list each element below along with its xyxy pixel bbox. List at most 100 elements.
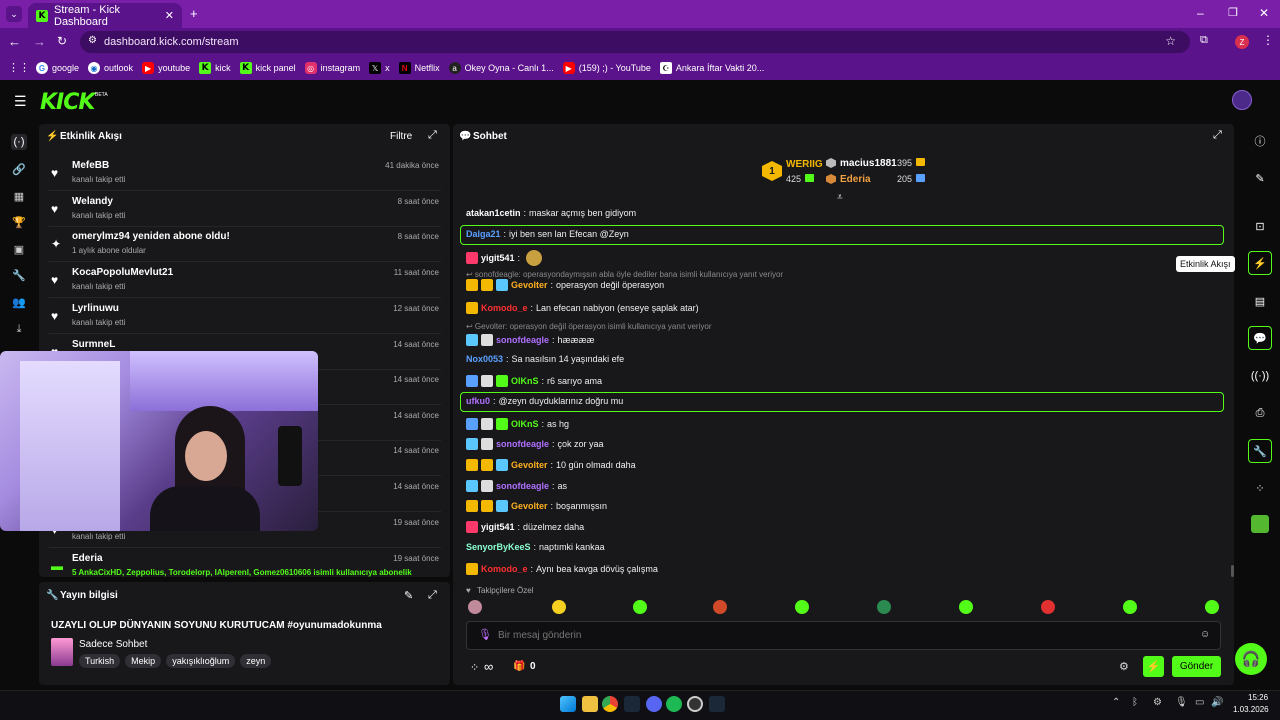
chat-message[interactable]: sonofdeagle: hææææ [466, 334, 595, 346]
community-icon[interactable]: ⁘ [1248, 476, 1272, 500]
emote-icon[interactable] [633, 600, 647, 614]
chat-username[interactable]: sonofdeagle [496, 439, 549, 449]
info-icon[interactable]: ⓘ [1248, 129, 1272, 153]
pencil-icon[interactable]: ✎ [1248, 166, 1272, 190]
volume-icon[interactable]: 🔊 [1211, 697, 1223, 708]
chat-message[interactable]: OlKnS: as hg [466, 418, 569, 430]
spotify-icon[interactable] [666, 696, 682, 712]
emote-icon[interactable] [468, 600, 482, 614]
chat-username[interactable]: ufku0 [466, 396, 490, 406]
users-icon[interactable]: 👥 [11, 294, 27, 310]
second-place-name[interactable]: macius1881 [840, 158, 897, 169]
emote-icon[interactable] [1123, 600, 1137, 614]
broadcast-icon[interactable]: ((·)) [1248, 364, 1272, 388]
activity-item[interactable]: ♥ KocaPopoluMevlut21 kanalı takip etti 11 s… [49, 263, 441, 298]
emote-icon[interactable] [1041, 600, 1055, 614]
tag-chip[interactable]: Turkish [79, 654, 121, 668]
chat-scrollbar[interactable] [1231, 565, 1234, 577]
steam-tray-icon[interactable]: ⚙ [1153, 697, 1162, 708]
chat-username[interactable]: Gevolter [511, 460, 548, 470]
hamburger-menu-icon[interactable]: ☰ [14, 93, 27, 110]
reply-context[interactable]: ↩ Gevolter: operasyon değil öperasyon is… [466, 322, 711, 331]
maximize-icon[interactable]: ❐ [1228, 6, 1238, 19]
folder-icon[interactable] [582, 696, 598, 712]
tray-chevron-icon[interactable]: ⌃ [1112, 697, 1120, 708]
activity-item[interactable]: ✦ omerylmz94 yeniden abone oldu! 1 aylık a… [49, 227, 441, 262]
bookmark-kick-panel[interactable]: Kkick panel [239, 62, 296, 74]
chat-username[interactable]: Gevolter [511, 501, 548, 511]
chrome-icon[interactable] [602, 696, 618, 712]
channel-points-icon[interactable]: ⁘ [470, 661, 479, 674]
chat-username[interactable]: SenyorByKeeS [466, 542, 531, 552]
kick-action-icon[interactable]: ⚡ [1143, 656, 1164, 677]
bookmark-star-icon[interactable]: ☆ [1165, 34, 1176, 48]
chat-message[interactable]: yigit541: [466, 250, 543, 266]
trophy-icon[interactable]: 🏆 [11, 214, 27, 230]
chat-message[interactable]: yigit541: düzelmez daha [466, 521, 584, 533]
chat-message[interactable]: atakan1cetin: maskar açmış ben gidiyom [466, 208, 636, 218]
activity-item[interactable]: ▬ Ederia 5 AnkaCixHD, Zeppolius, Torodelor… [49, 549, 441, 584]
minimize-icon[interactable]: – [1197, 6, 1204, 20]
bookmark-x[interactable]: 𝕏x [369, 62, 390, 74]
emote-icon[interactable] [1205, 600, 1219, 614]
popout-icon[interactable]: ⤢ [1213, 129, 1222, 142]
app-green-icon[interactable] [1248, 512, 1272, 536]
extensions-icon[interactable]: ⧉ [1200, 34, 1208, 47]
chat-username[interactable]: Nox0053 [466, 354, 503, 364]
emoji-icon[interactable]: ☺ [1200, 629, 1210, 640]
bookmark-google[interactable]: Ggoogle [36, 62, 79, 74]
stream-live-icon[interactable]: (·) [11, 134, 27, 150]
microphone-icon[interactable]: 🎙 [478, 628, 492, 641]
chat-message[interactable]: OlKnS: r6 sarıyo ama [466, 375, 602, 387]
chat-message[interactable]: SenyorByKeeS: naptımki kankaa [466, 542, 605, 552]
bookmark-youtube-159[interactable]: ▶ (159) ;) - YouTube [562, 62, 651, 74]
bookmark-netflix[interactable]: N Netflix [398, 62, 440, 74]
apps-grid-icon[interactable]: ⋮⋮ [8, 61, 30, 74]
back-icon[interactable]: ← [8, 34, 21, 49]
bookmark-okey[interactable]: a Okey Oyna - Canlı 1... [448, 62, 554, 74]
link-icon[interactable]: 🔗 [11, 161, 27, 177]
browser-menu-icon[interactable]: ⋮ [1262, 33, 1274, 47]
windows-start-icon[interactable] [560, 696, 576, 712]
camera-focus-icon[interactable]: ⊡ [1248, 214, 1272, 238]
chat-username[interactable]: Komodo_e [481, 564, 528, 574]
activity-feed-toggle-icon[interactable]: ⚡ [1248, 251, 1272, 275]
steam-icon[interactable] [624, 696, 640, 712]
emote-icon[interactable] [552, 600, 566, 614]
forward-icon[interactable]: → [33, 34, 46, 49]
profile-avatar[interactable]: Z [1235, 35, 1249, 49]
chat-message[interactable]: Gevolter: boşanmışsın [466, 500, 607, 512]
bookmark-instagram[interactable]: ◎ instagram [304, 62, 360, 74]
chat-message[interactable]: Dalga21: iyi ben sen lan Efecan @Zeyn [466, 229, 629, 239]
reply-context[interactable]: ↩ sonofdeagle: operasyondaymışsın abla ö… [466, 270, 783, 279]
wrench-icon[interactable]: 🔧 [11, 267, 27, 283]
edit-pencil-icon[interactable]: ✎ [404, 589, 413, 602]
expand-leaderboard-icon[interactable]: ⩡ [837, 192, 843, 203]
printer-icon[interactable]: ⎙ [1248, 401, 1272, 425]
bookmark-youtube[interactable]: ▶ youtube [142, 62, 190, 74]
url-field[interactable]: ⚙ dashboard.kick.com/stream ☆ [80, 31, 1190, 53]
filter-button[interactable]: Filtre [390, 131, 412, 142]
category-name[interactable]: Sadece Sohbet [79, 639, 147, 650]
tag-chip[interactable]: zeyn [240, 654, 272, 668]
download-icon[interactable]: ⤓ [11, 321, 27, 337]
analytics-icon[interactable]: ▦ [11, 188, 27, 204]
chat-username[interactable]: Komodo_e [481, 303, 528, 313]
reload-icon[interactable]: ↻ [57, 34, 67, 48]
chat-input[interactable] [498, 626, 1178, 644]
bookmark-iftar[interactable]: ☪ Ankara İftar Vakti 20... [659, 62, 764, 74]
video-icon[interactable]: ▣ [11, 241, 27, 257]
popout-icon[interactable]: ⤢ [428, 129, 437, 142]
tag-chip[interactable]: Mekip [125, 654, 162, 668]
chat-username[interactable]: sonofdeagle [496, 481, 549, 491]
bluetooth-icon[interactable]: ᛒ [1132, 697, 1138, 708]
active-tab[interactable]: K Stream - Kick Dashboard ✕ [28, 3, 182, 28]
emote-icon[interactable] [713, 600, 727, 614]
emote-icon[interactable] [877, 600, 891, 614]
emote-icon[interactable] [959, 600, 973, 614]
gift-box-icon[interactable]: 🎁 [513, 661, 525, 672]
tools-toggle-icon[interactable]: 🔧 [1248, 439, 1272, 463]
new-tab-icon[interactable]: + [190, 6, 198, 21]
user-avatar[interactable] [1232, 90, 1252, 110]
chat-username[interactable]: OlKnS [511, 376, 539, 386]
